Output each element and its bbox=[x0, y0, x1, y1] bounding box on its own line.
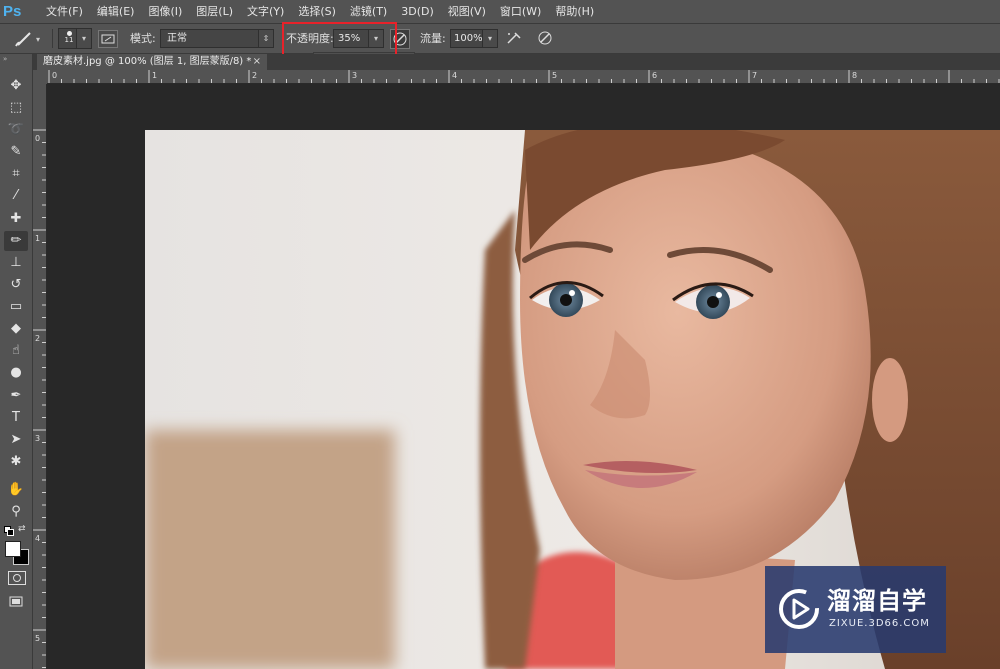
play-logo-icon bbox=[779, 589, 819, 629]
menu-item[interactable]: 图层(L) bbox=[189, 0, 240, 23]
watermark-title: 溜溜自学 bbox=[827, 587, 927, 615]
chevron-down-icon: ▾ bbox=[76, 29, 91, 48]
ruler-label: 2 bbox=[35, 334, 40, 343]
brush-tool-icon bbox=[15, 32, 31, 47]
pressure-size-toggle[interactable] bbox=[536, 29, 554, 47]
lasso-tool-icon[interactable]: ➰ bbox=[4, 120, 28, 140]
document-tab-title: 磨皮素材.jpg @ 100% (图层 1, 图层蒙版/8) * bbox=[43, 56, 252, 67]
brush-tool-icon[interactable]: ✏ bbox=[4, 231, 28, 251]
mode-label: 模式: bbox=[130, 32, 156, 45]
history-brush-tool-icon[interactable]: ↺ bbox=[4, 275, 28, 295]
pen-pressure-icon bbox=[538, 31, 552, 45]
blend-mode-select[interactable]: 正常 ⇕ bbox=[160, 29, 274, 48]
foreground-color-swatch[interactable] bbox=[5, 541, 21, 557]
clone-stamp-tool-icon[interactable]: ⊥ bbox=[4, 253, 28, 273]
ruler-label: 1 bbox=[35, 234, 40, 243]
watermark: 溜溜自学 ZIXUE.3D66.COM bbox=[765, 566, 946, 653]
horizontal-ruler[interactable]: 0 1 2 3 4 5 6 7 8 bbox=[47, 70, 1000, 84]
menu-item[interactable]: 3D(D) bbox=[394, 0, 441, 23]
menu-item[interactable]: 窗口(W) bbox=[493, 0, 548, 23]
move-tool-icon[interactable]: ✥ bbox=[4, 76, 28, 96]
crop-tool-icon[interactable]: ⌗ bbox=[4, 164, 28, 184]
quick-mask-icon bbox=[13, 574, 21, 582]
menu-item[interactable]: 编辑(E) bbox=[90, 0, 142, 23]
sponge-tool-icon[interactable]: ● bbox=[4, 363, 28, 383]
photoshop-logo: Ps bbox=[3, 2, 22, 20]
shape-tool-icon[interactable]: ✱ bbox=[4, 452, 28, 472]
options-bar: ▾ 11 ▾ 模式: 正常 ⇕ 不透明度: 35% ▾ 流量: 100% ▾ bbox=[0, 24, 1000, 54]
document-tab[interactable]: 磨皮素材.jpg @ 100% (图层 1, 图层蒙版/8) * × bbox=[37, 54, 267, 70]
menu-item[interactable]: 视图(V) bbox=[441, 0, 493, 23]
menu-item[interactable]: 选择(S) bbox=[291, 0, 343, 23]
ruler-label: 4 bbox=[452, 71, 457, 80]
vertical-ruler[interactable]: 0 1 2 3 4 5 bbox=[33, 84, 47, 669]
flow-label: 流量: bbox=[420, 32, 446, 45]
ruler-label: 5 bbox=[35, 634, 40, 643]
marquee-tool-icon[interactable]: ⬚ bbox=[4, 98, 28, 118]
eraser-tool-icon[interactable]: ▭ bbox=[4, 297, 28, 317]
menu-item[interactable]: 图像(I) bbox=[141, 0, 189, 23]
chevron-updown-icon: ⇕ bbox=[258, 30, 273, 47]
menu-bar: Ps 文件(F) 编辑(E) 图像(I) 图层(L) 文字(Y) 选择(S) 滤镜(T) 3D… bbox=[0, 0, 1000, 24]
ruler-origin[interactable] bbox=[33, 70, 47, 84]
ruler-label: 3 bbox=[35, 434, 40, 443]
path-select-tool-icon[interactable]: ➤ bbox=[4, 430, 28, 450]
ruler-label: 0 bbox=[52, 71, 57, 80]
zoom-tool-icon[interactable]: ⚲ bbox=[4, 502, 28, 522]
screen-mode-button[interactable] bbox=[8, 596, 24, 608]
close-icon[interactable]: × bbox=[253, 54, 261, 70]
quick-select-tool-icon[interactable]: ✎ bbox=[4, 142, 28, 162]
quick-mask-button[interactable] bbox=[8, 571, 26, 585]
healing-brush-tool-icon[interactable]: ✚ bbox=[4, 209, 28, 229]
ruler-label: 5 bbox=[552, 71, 557, 80]
document-tab-bar: 磨皮素材.jpg @ 100% (图层 1, 图层蒙版/8) * × bbox=[33, 54, 1000, 70]
airbrush-toggle[interactable] bbox=[505, 30, 523, 46]
type-tool-icon[interactable]: T bbox=[4, 408, 28, 428]
menu-item[interactable]: 滤镜(T) bbox=[343, 0, 394, 23]
paint-bucket-tool-icon[interactable]: ◆ bbox=[4, 319, 28, 339]
chevron-down-icon: ▾ bbox=[482, 30, 497, 47]
swap-colors-icon[interactable]: ⇄ bbox=[18, 524, 26, 534]
watermark-url: ZIXUE.3D66.COM bbox=[829, 618, 930, 629]
ruler-label: 0 bbox=[35, 134, 40, 143]
brush-panel-toggle[interactable] bbox=[98, 30, 118, 48]
menu-item[interactable]: 文件(F) bbox=[39, 0, 90, 23]
screen-mode-icon bbox=[9, 596, 23, 607]
eyedropper-tool-icon[interactable]: ⁄ bbox=[4, 186, 28, 206]
brush-size-picker[interactable]: 11 ▾ bbox=[58, 28, 92, 49]
ruler-label: 1 bbox=[152, 71, 157, 80]
ruler-label: 8 bbox=[852, 71, 857, 80]
smudge-tool-icon[interactable]: ☝ bbox=[4, 341, 28, 361]
default-colors-icon[interactable] bbox=[4, 526, 14, 536]
ruler-label: 4 bbox=[35, 534, 40, 543]
pen-tool-icon[interactable]: ✒ bbox=[4, 386, 28, 406]
collapse-icon[interactable]: » bbox=[3, 55, 7, 63]
ruler-label: 2 bbox=[252, 71, 257, 80]
blend-mode-value: 正常 bbox=[167, 33, 187, 44]
ruler-label: 3 bbox=[352, 71, 357, 80]
ruler-label: 7 bbox=[752, 71, 757, 80]
ruler-label: 6 bbox=[652, 71, 657, 80]
flow-field[interactable]: 100% ▾ bbox=[450, 29, 498, 48]
hand-tool-icon[interactable]: ✋ bbox=[4, 480, 28, 500]
tools-panel: » ✥ ⬚ ➰ ✎ ⌗ ⁄ ✚ ✏ ⊥ ↺ ▭ ◆ ☝ ● ✒ T ➤ ✱ ✋ ⚲ ⇄ bbox=[0, 54, 33, 669]
menu-item[interactable]: 文字(Y) bbox=[240, 0, 291, 23]
brush-panel-icon bbox=[101, 34, 115, 44]
brush-size-value: 11 bbox=[64, 36, 74, 44]
chevron-down-icon: ▾ bbox=[36, 34, 41, 44]
flow-value: 100% bbox=[454, 33, 483, 44]
airbrush-icon bbox=[507, 32, 521, 44]
menu-item[interactable]: 帮助(H) bbox=[548, 0, 601, 23]
tool-preset-picker[interactable]: ▾ bbox=[14, 29, 46, 49]
